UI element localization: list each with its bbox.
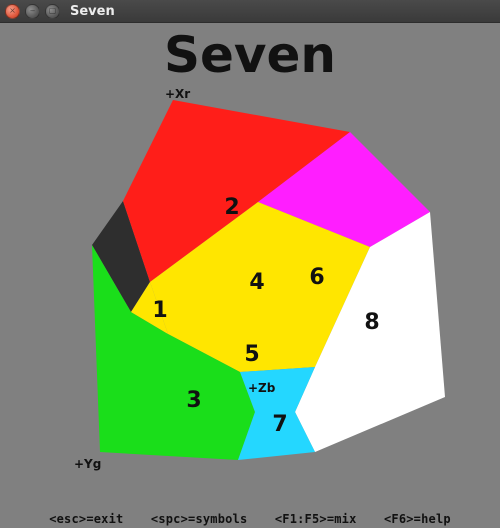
axis-yg: +Yg bbox=[74, 458, 101, 470]
venn-4: 4 bbox=[245, 272, 269, 294]
window-title: Seven bbox=[70, 4, 115, 19]
axis-xr: +Xr bbox=[165, 88, 190, 100]
help-mix: <F1:F5>=mix bbox=[275, 512, 357, 526]
venn-7: 7 bbox=[268, 414, 292, 436]
help-bar: <esc>=exit <spc>=symbols <F1:F5>=mix <F6… bbox=[0, 513, 500, 528]
help-exit: <esc>=exit bbox=[49, 512, 123, 526]
axis-zb: +Zb bbox=[248, 382, 275, 394]
venn-8: 8 bbox=[360, 312, 384, 334]
window-titlebar: × ‒ ▢ Seven bbox=[0, 0, 500, 23]
venn-6: 6 bbox=[305, 267, 329, 289]
venn-5: 5 bbox=[240, 344, 264, 366]
close-icon[interactable]: × bbox=[5, 4, 20, 19]
help-symbols: <spc>=symbols bbox=[151, 512, 248, 526]
venn-2: 2 bbox=[220, 197, 244, 219]
minimize-icon[interactable]: ‒ bbox=[25, 4, 40, 19]
maximize-icon[interactable]: ▢ bbox=[45, 4, 60, 19]
help-f6: <F6>=help bbox=[384, 512, 451, 526]
venn-3: 3 bbox=[182, 390, 206, 412]
venn-1: 1 bbox=[148, 300, 172, 322]
canvas: Seven +Xr +Yg +Zb 1 2 3 4 5 6 7 8 <esc>=… bbox=[0, 22, 500, 528]
